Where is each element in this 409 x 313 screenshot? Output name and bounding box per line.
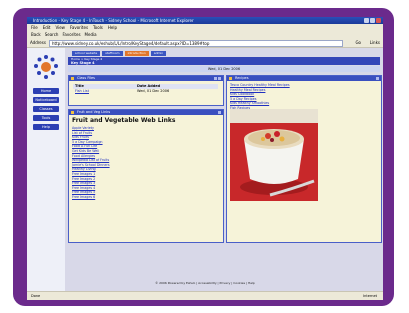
recipe-links: Tesco Country Healthy Meal Recipes Healt… [230,83,290,111]
page-footer: © 2006 Powered by Eshub | Accessibility … [155,281,255,285]
favorites-button[interactable]: Favorites [62,31,80,39]
table-row: Fish List Wed, 01 Dec 2006 [73,89,218,94]
fruit-veg-panel: Fruit and Veg Links Fruit and Vegetable … [68,109,224,243]
class-files-panel: Class Files Title Date Added Fish List W… [68,75,224,106]
file-link[interactable]: Fish List [73,89,137,94]
class-files-title: Class Files [77,76,96,80]
nav-home[interactable]: Home [33,88,59,94]
menu-view[interactable]: View [55,24,65,31]
status-bar: Done Internet [27,291,383,300]
fruit-veg-header-label: Fruit and Veg Links [77,110,111,114]
window-title: Introduction - Key Stage 4 - InTouch - S… [33,18,194,23]
menu-help[interactable]: Help [108,24,117,31]
recipes-title: Recipes [235,76,249,80]
file-date: Wed, 01 Dec 2006 [137,89,170,93]
panel-close-icon[interactable] [376,77,379,80]
menu-tools[interactable]: Tools [93,24,103,31]
menu-favorites[interactable]: Favorites [70,24,88,31]
url-field[interactable]: http://www.sidney.co.uk/eshub/L/L/Intro/… [49,40,343,47]
search-button[interactable]: Search [45,31,59,39]
porridge-bowl-image [230,109,318,201]
address-bar: Address http://www.sidney.co.uk/eshub/L/… [27,39,383,48]
page-header: Home > Key Stage 4 Key Stage 4 [68,57,380,65]
list-item[interactable]: Tesco Country Healthy Meal Recipes [230,83,290,88]
school-logo-icon [34,55,58,79]
address-label: Address [30,40,46,45]
panel-close-icon[interactable] [218,77,221,80]
tab-introduction[interactable]: introduction [124,51,149,56]
tab-admin[interactable]: admin [150,51,167,56]
tab-staffroom[interactable]: staffroom [102,51,123,56]
folder-icon [229,77,232,80]
menu-file[interactable]: File [31,24,38,31]
site-tabs: school website staffroom introduction ad… [72,51,167,56]
folder-icon [71,111,74,114]
zone-text: Internet [363,294,377,298]
date-bar: Wed, 01 Dec 2006 [68,66,380,72]
class-files-header: Class Files [69,76,223,81]
browser-window: Introduction - Key Stage 4 - InTouch - S… [27,17,383,300]
nav-noticeboard[interactable]: Noticeboard [33,97,59,103]
left-sidebar: Home Noticeboard Classes Tools Help [27,48,65,291]
class-files-table: Title Date Added Fish List Wed, 01 Dec 2… [73,84,218,94]
back-button[interactable]: Back [31,31,41,39]
status-text: Done [31,294,41,298]
menu-bar: File Edit View Favorites Tools Help [27,24,383,31]
list-item[interactable]: Free Images 6 [72,195,110,200]
menu-edit[interactable]: Edit [43,24,51,31]
panel-close-icon[interactable] [218,111,221,114]
title-bar: Introduction - Key Stage 4 - InTouch - S… [27,17,383,24]
nav-classes[interactable]: Classes [33,106,59,112]
tab-school-website[interactable]: school website [72,51,101,56]
fruit-veg-header: Fruit and Veg Links [69,110,223,115]
maximize-icon[interactable] [370,18,375,23]
folder-icon [71,77,74,80]
nav-help[interactable]: Help [33,124,59,130]
links-button[interactable]: Links [370,39,380,47]
window-controls [364,18,381,23]
nav-tools[interactable]: Tools [33,115,59,121]
media-button[interactable]: Media [85,31,97,39]
fruit-veg-title: Fruit and Vegetable Web Links [72,117,176,124]
go-button[interactable]: Go [355,39,361,47]
recipes-header: Recipes [227,76,381,81]
fruit-veg-links: Apple Variety List of Fruits Kids Fruits… [72,126,110,200]
recipes-panel: Recipes Tesco Country Healthy Meal Recip… [226,75,382,243]
web-page: Home Noticeboard Classes Tools Help scho… [27,48,383,291]
panel-minimize-icon[interactable] [214,77,217,80]
minimize-icon[interactable] [364,18,369,23]
close-icon[interactable] [376,18,381,23]
page-title: Key Stage 4 [71,61,95,65]
